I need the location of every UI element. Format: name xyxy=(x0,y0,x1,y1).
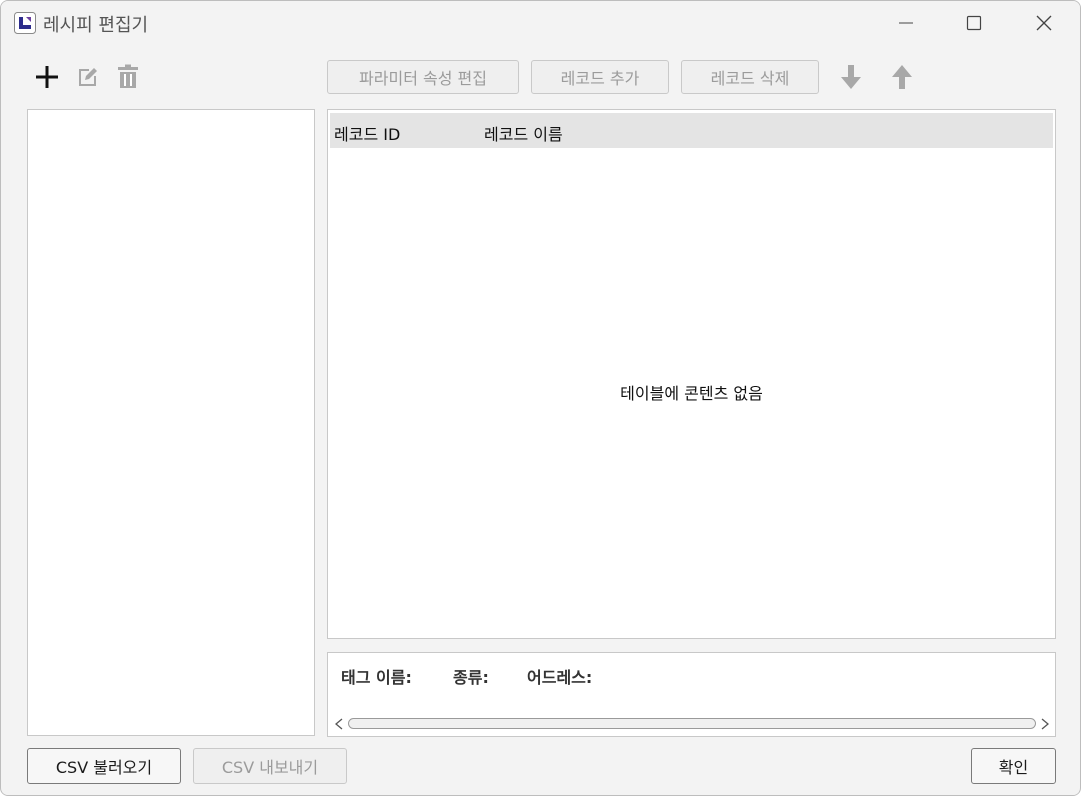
edit-recipe-button[interactable] xyxy=(73,62,103,92)
horizontal-scrollbar[interactable] xyxy=(330,714,1053,734)
type-label: 종류: xyxy=(453,668,489,687)
maximize-icon xyxy=(966,15,982,31)
confirm-button[interactable]: 확인 xyxy=(971,748,1056,784)
recipe-list[interactable] xyxy=(27,109,315,736)
table-empty-message: 테이블에 콘텐츠 없음 xyxy=(620,384,763,403)
scroll-left-button[interactable] xyxy=(332,716,346,732)
parameter-info-panel: 태그 이름: 종류: 어드레스: xyxy=(327,652,1056,737)
csv-import-button[interactable]: CSV 불러오기 xyxy=(27,748,181,784)
edit-icon xyxy=(79,68,97,86)
title-bar: 레시피 편집기 xyxy=(1,1,1080,45)
app-icon xyxy=(14,12,36,34)
window-title: 레시피 편집기 xyxy=(43,15,149,36)
csv-export-button[interactable]: CSV 내보내기 xyxy=(193,748,347,784)
add-record-button[interactable]: 레코드 추가 xyxy=(531,60,669,94)
scrollbar-thumb[interactable] xyxy=(348,718,1036,729)
column-header-record-name[interactable]: 레코드 이름 xyxy=(484,121,563,145)
editor-content: 파라미터 속성 편집 레코드 추가 레코드 삭제 레코드 ID 레코드 이름 테… xyxy=(2,45,1079,795)
arrow-down-icon xyxy=(841,65,861,89)
trash-icon xyxy=(118,64,138,88)
close-button[interactable] xyxy=(1009,1,1079,45)
move-up-button[interactable] xyxy=(887,62,917,92)
minimize-icon xyxy=(899,22,913,24)
plus-icon xyxy=(36,66,58,88)
maximize-button[interactable] xyxy=(939,1,1009,45)
delete-record-button[interactable]: 레코드 삭제 xyxy=(681,60,819,94)
chevron-left-icon xyxy=(335,718,343,730)
chevron-right-icon xyxy=(1041,718,1049,730)
delete-recipe-button[interactable] xyxy=(113,62,143,92)
close-icon xyxy=(1036,15,1052,31)
scroll-right-button[interactable] xyxy=(1038,716,1052,732)
add-recipe-button[interactable] xyxy=(32,62,62,92)
table-header: 레코드 ID 레코드 이름 xyxy=(330,113,1053,148)
minimize-button[interactable] xyxy=(871,1,941,45)
move-down-button[interactable] xyxy=(836,62,866,92)
edit-parameter-properties-button[interactable]: 파라미터 속성 편집 xyxy=(327,60,519,94)
column-header-record-id[interactable]: 레코드 ID xyxy=(334,121,400,145)
arrow-up-icon xyxy=(892,65,912,89)
recipe-editor-window: 레시피 편집기 파라미터 속성 편집 레코드 추가 레코드 삭제 레코드 ID … xyxy=(0,0,1081,796)
address-label: 어드레스: xyxy=(527,668,593,687)
tag-name-label: 태그 이름: xyxy=(341,668,412,687)
record-table[interactable]: 레코드 ID 레코드 이름 테이블에 콘텐츠 없음 xyxy=(327,109,1056,639)
